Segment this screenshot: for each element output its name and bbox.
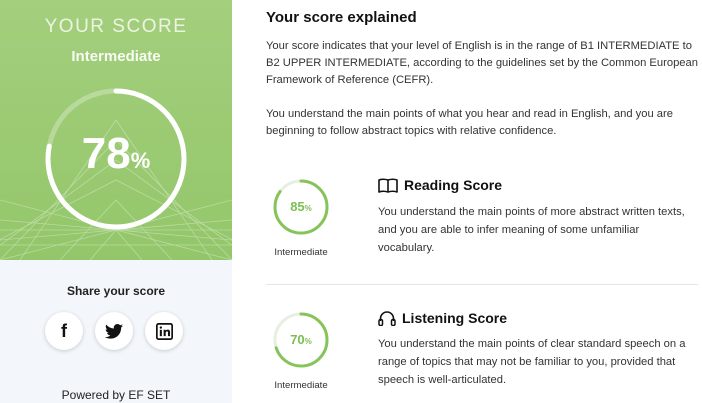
- reading-percent-sign: %: [304, 204, 312, 213]
- score-card: YOUR SCORE Intermediate 78%: [0, 0, 232, 260]
- twitter-icon: [105, 323, 123, 339]
- listening-score-value: 70: [290, 332, 305, 347]
- score-value: 78: [81, 129, 131, 178]
- facebook-icon: f: [61, 320, 67, 341]
- score-level: Intermediate: [71, 48, 161, 65]
- twitter-share-button[interactable]: [95, 312, 133, 350]
- headphones-icon: [378, 311, 396, 326]
- score-sidebar: YOUR SCORE Intermediate 78% Share your s…: [0, 0, 232, 403]
- reading-score-percent: 85%: [272, 199, 330, 214]
- listening-score-percent: 70%: [272, 332, 330, 347]
- listening-score-heading: Listening Score: [378, 310, 507, 326]
- score-explanation: Your score explained Your score indicate…: [232, 0, 702, 403]
- reading-score-heading: Reading Score: [378, 177, 502, 193]
- facebook-share-button[interactable]: f: [45, 312, 83, 350]
- listening-score-level: Intermediate: [274, 380, 328, 391]
- linkedin-share-button[interactable]: [145, 312, 183, 350]
- score-percent: 78%: [41, 126, 191, 189]
- reading-score-description: You understand the main points of more a…: [378, 206, 685, 254]
- book-icon: [378, 177, 398, 193]
- your-score-heading: YOUR SCORE: [44, 16, 188, 37]
- share-title: Share your score: [66, 284, 166, 298]
- section-divider: [266, 284, 698, 285]
- explanation-paragraph-2: You understand the main points of what y…: [266, 108, 673, 137]
- explanation-paragraph-1: Your score indicates that your level of …: [266, 40, 698, 86]
- explanation-title: Your score explained: [266, 9, 417, 26]
- score-percent-sign: %: [130, 148, 151, 173]
- powered-by: Powered by EF SET: [61, 388, 171, 402]
- reading-score-level: Intermediate: [274, 247, 328, 258]
- listening-score-title: Listening Score: [402, 310, 508, 326]
- reading-score-title: Reading Score: [404, 177, 503, 193]
- listening-score-description: You understand the main points of clear …: [378, 338, 686, 386]
- reading-score-value: 85: [290, 199, 305, 214]
- listening-percent-sign: %: [304, 337, 312, 346]
- linkedin-icon: [155, 322, 173, 340]
